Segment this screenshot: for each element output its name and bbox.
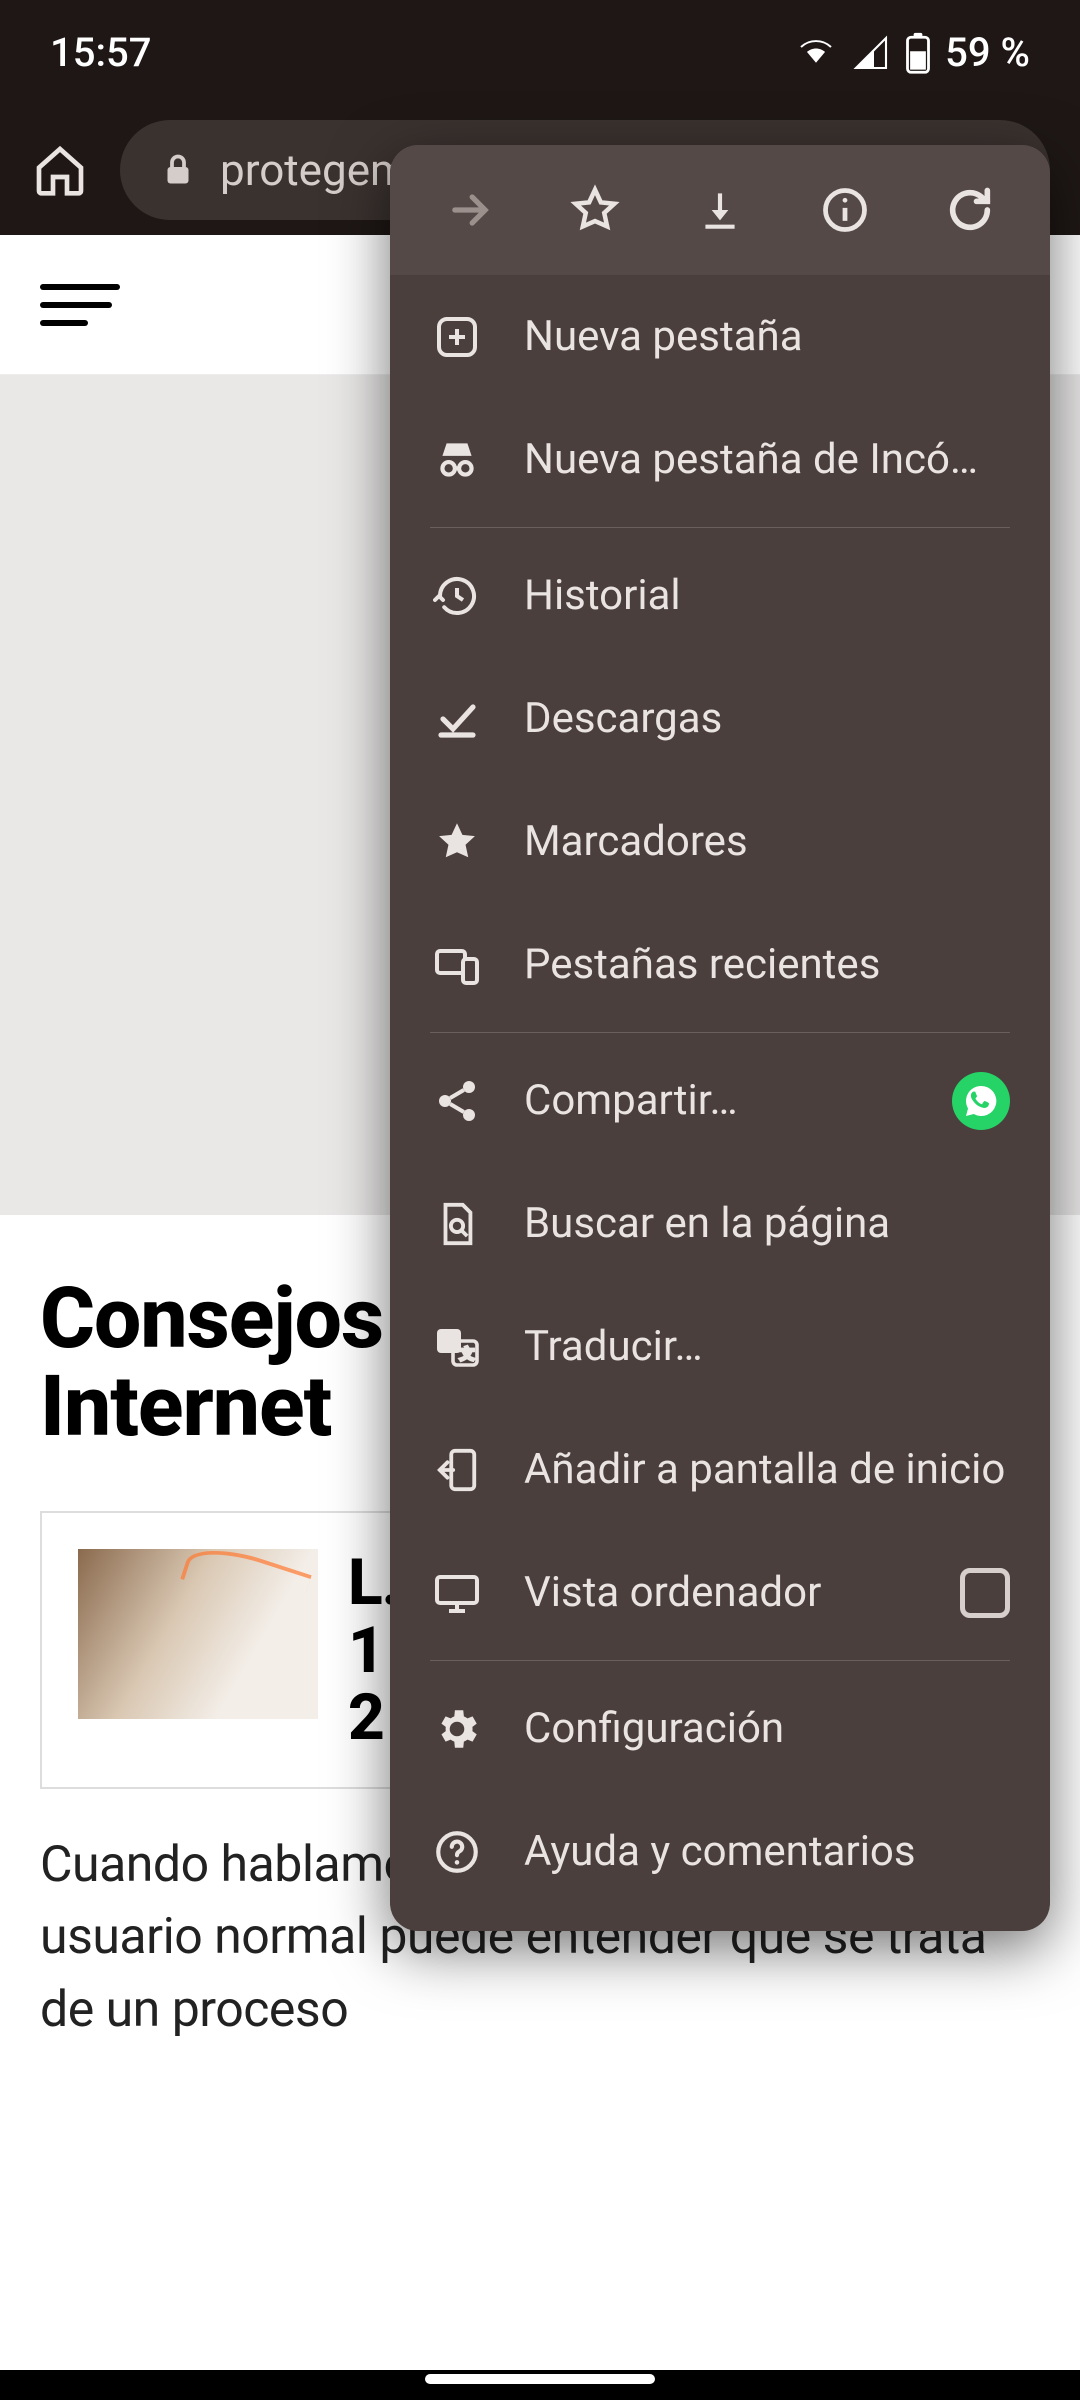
- menu-label: Descargas: [524, 694, 1010, 743]
- svg-text:文: 文: [460, 1347, 474, 1363]
- menu-translate[interactable]: G文 Traducir…: [390, 1285, 1050, 1408]
- gear-icon: [432, 1704, 482, 1754]
- help-icon: [432, 1827, 482, 1877]
- menu-label: Buscar en la página: [524, 1199, 1010, 1248]
- navigation-bar: [0, 2370, 1080, 2400]
- menu-new-incognito[interactable]: Nueva pestaña de Incó…: [390, 398, 1050, 521]
- desktop-icon: [431, 1569, 483, 1617]
- svg-text:G: G: [443, 1332, 454, 1351]
- menu-top-actions: [390, 145, 1050, 275]
- refresh-icon: [944, 184, 996, 236]
- menu-label: Historial: [524, 571, 1010, 620]
- whatsapp-icon: [963, 1083, 999, 1119]
- status-time: 15:57: [50, 29, 151, 76]
- menu-label: Vista ordenador: [524, 1568, 920, 1617]
- battery-icon: [905, 32, 931, 74]
- menu-help[interactable]: Ayuda y comentarios: [390, 1790, 1050, 1913]
- menu-bookmarks[interactable]: Marcadores: [390, 780, 1050, 903]
- history-icon: [433, 572, 481, 620]
- menu-separator: [430, 1032, 1010, 1033]
- status-bar: 15:57 59 %: [0, 0, 1080, 105]
- menu-downloads[interactable]: Descargas: [390, 657, 1050, 780]
- home-icon: [32, 142, 88, 198]
- menu-new-tab[interactable]: Nueva pestaña: [390, 275, 1050, 398]
- menu-label: Pestañas recientes: [524, 940, 1010, 989]
- menu-label: Compartir…: [524, 1076, 912, 1125]
- menu-history[interactable]: Historial: [390, 534, 1050, 657]
- wifi-icon: [795, 35, 837, 71]
- menu-desktop-site[interactable]: Vista ordenador: [390, 1531, 1050, 1654]
- devices-icon: [431, 941, 483, 989]
- menu-share[interactable]: Compartir…: [390, 1039, 1050, 1162]
- hamburger-button[interactable]: [40, 272, 120, 338]
- lock-icon: [160, 150, 196, 190]
- menu-find-in-page[interactable]: Buscar en la página: [390, 1162, 1050, 1285]
- menu-separator: [430, 1660, 1010, 1661]
- star-outline-icon: [568, 183, 622, 237]
- download-icon: [695, 185, 745, 235]
- page-info-button[interactable]: [801, 166, 889, 254]
- star-icon: [432, 817, 482, 867]
- share-icon: [433, 1077, 481, 1125]
- downloads-done-icon: [433, 695, 481, 743]
- forward-button[interactable]: [426, 166, 514, 254]
- menu-label: Ayuda y comentarios: [524, 1827, 1010, 1876]
- plus-box-icon: [433, 313, 481, 361]
- overflow-menu: Nueva pestaña Nueva pestaña de Incó… His…: [390, 145, 1050, 1931]
- translate-icon: G文: [433, 1323, 481, 1371]
- arrow-forward-icon: [444, 184, 496, 236]
- desktop-checkbox[interactable]: [960, 1568, 1010, 1618]
- menu-label: Marcadores: [524, 817, 1010, 866]
- nav-handle[interactable]: [425, 2374, 655, 2384]
- menu-label: Nueva pestaña: [524, 312, 1010, 361]
- home-button[interactable]: [30, 140, 90, 200]
- find-in-page-icon: [434, 1199, 480, 1249]
- url-text: protegem: [220, 144, 409, 196]
- download-button[interactable]: [676, 166, 764, 254]
- signal-icon: [851, 35, 891, 71]
- status-right: 59 %: [795, 29, 1030, 76]
- menu-add-to-home[interactable]: Añadir a pantalla de inicio: [390, 1408, 1050, 1531]
- menu-label: Traducir…: [524, 1322, 1010, 1371]
- menu-settings[interactable]: Configuración: [390, 1667, 1050, 1790]
- info-icon: [819, 184, 871, 236]
- battery-text: 59 %: [945, 29, 1030, 76]
- add-to-home-icon: [434, 1445, 480, 1495]
- menu-label: Añadir a pantalla de inicio: [524, 1445, 1010, 1494]
- reload-button[interactable]: [926, 166, 1014, 254]
- menu-recent-tabs[interactable]: Pestañas recientes: [390, 903, 1050, 1026]
- incognito-icon: [432, 435, 482, 485]
- card-thumb: [78, 1549, 318, 1719]
- menu-label: Nueva pestaña de Incó…: [524, 435, 1010, 484]
- whatsapp-badge[interactable]: [952, 1072, 1010, 1130]
- menu-separator: [430, 527, 1010, 528]
- bookmark-button[interactable]: [551, 166, 639, 254]
- menu-label: Configuración: [524, 1704, 1010, 1753]
